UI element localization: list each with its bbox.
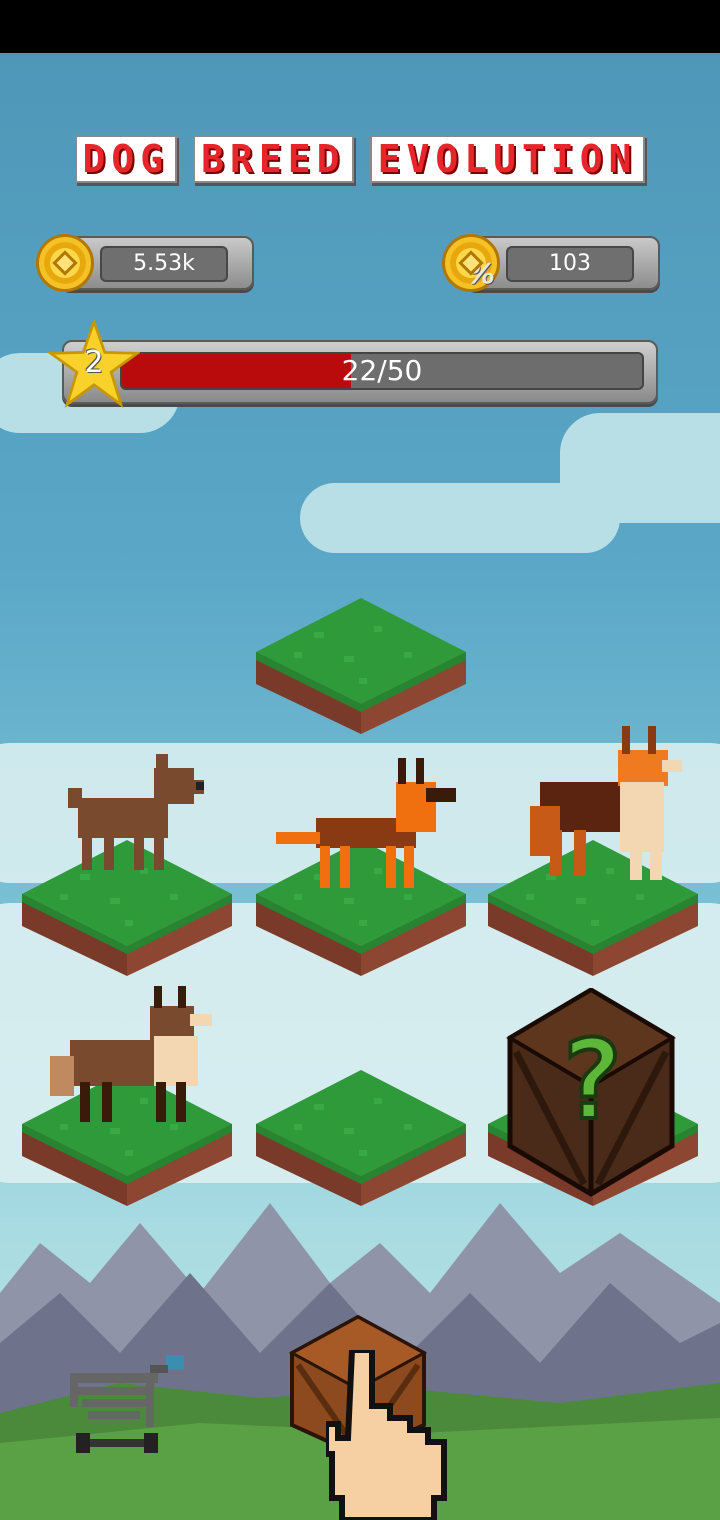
dog-level-1[interactable] xyxy=(68,748,208,882)
level-number: 2 xyxy=(84,345,104,380)
title-word: BREED xyxy=(193,135,354,183)
coin-amount: 5.53k xyxy=(100,246,228,282)
board-slot[interactable] xyxy=(254,1068,468,1208)
per-second-glyph: % xyxy=(467,257,496,290)
shopping-cart-icon[interactable] xyxy=(66,1355,190,1467)
coin-per-second-icon: % xyxy=(442,234,500,292)
progress-text: 22/50 xyxy=(341,354,423,387)
dog-level-4[interactable] xyxy=(50,986,220,1130)
grass-tile xyxy=(254,1068,468,1208)
level-progress-bar: 22/50 xyxy=(62,340,658,404)
dog-level-3[interactable] xyxy=(510,726,690,890)
svg-text:?: ? xyxy=(558,1016,624,1144)
cloud xyxy=(560,413,720,523)
board-slot[interactable] xyxy=(254,758,468,978)
income-amount: 103 xyxy=(506,246,634,282)
status-bar xyxy=(0,0,720,53)
pointing-hand-icon xyxy=(326,1350,447,1520)
board-slot[interactable] xyxy=(254,596,468,736)
game-title: DOG BREED EVOLUTION xyxy=(0,135,720,183)
gold-coin-icon xyxy=(36,234,94,292)
board-slot[interactable] xyxy=(20,754,234,978)
board-slot[interactable]: ? xyxy=(486,987,700,1208)
progress-track: 22/50 xyxy=(120,352,644,390)
mystery-crate[interactable]: ? xyxy=(506,987,676,1202)
grass-tile xyxy=(254,596,468,736)
board-slot[interactable] xyxy=(486,726,700,978)
title-word: DOG xyxy=(74,135,178,183)
title-word: EVOLUTION xyxy=(369,135,646,183)
dog-level-2[interactable] xyxy=(276,758,466,902)
board-slot[interactable] xyxy=(20,986,234,1208)
